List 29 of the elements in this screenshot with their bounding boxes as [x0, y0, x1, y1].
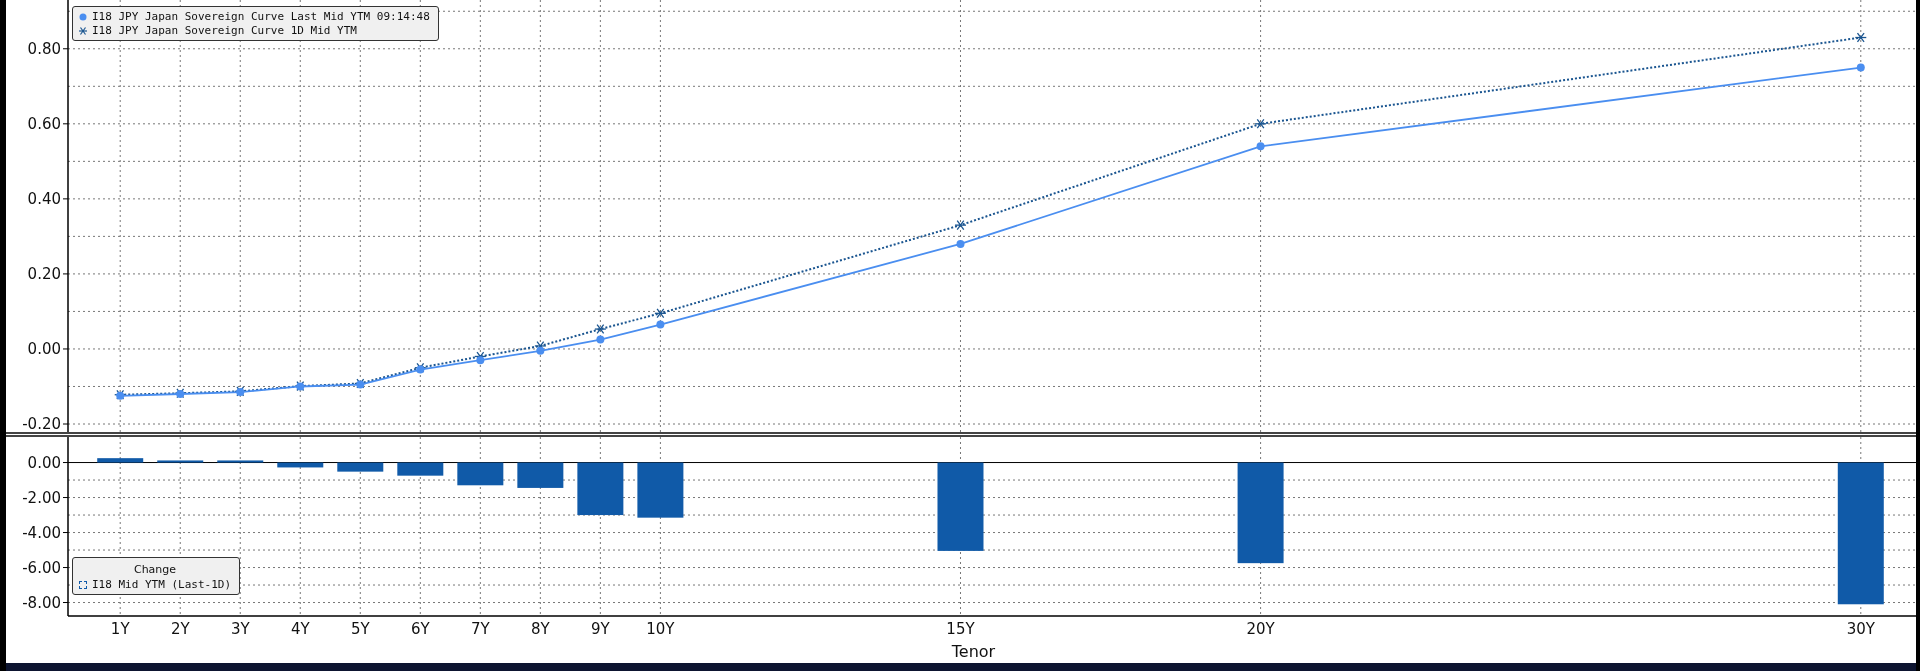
x-axis-label: 2Y	[170, 620, 190, 638]
y-axis-label: 0.40	[27, 189, 61, 208]
y-axis-label: 0.00	[27, 453, 61, 472]
y-axis-label: -0.20	[22, 415, 61, 432]
y-axis-label: 0.20	[27, 264, 61, 283]
x-axis-title: Tenor	[951, 642, 996, 661]
x-axis-label: 9Y	[591, 620, 610, 638]
legend-title: Change	[132, 562, 178, 577]
legend-label: I18 JPY Japan Sovereign Curve Last Mid YTM 09:14:48	[92, 10, 430, 23]
y-axis-label: 0.60	[27, 114, 61, 133]
y-axis-label: 0.00	[27, 339, 61, 358]
x-axis-label: 8Y	[531, 620, 550, 638]
legend-label: I18 JPY Japan Sovereign Curve 1D Mid YTM	[92, 24, 357, 37]
y-axis-label: 0.80	[27, 39, 61, 58]
x-axis-label: 10Y	[646, 620, 675, 638]
y-axis-label: -6.00	[22, 558, 61, 577]
x-axis-label: 5Y	[350, 620, 370, 638]
x-axis-label: 15Y	[946, 620, 975, 638]
x-axis-label: 7Y	[470, 620, 490, 638]
x-axis-label: 6Y	[410, 620, 430, 638]
legend-label: I18 Mid YTM (Last-1D)	[92, 578, 232, 591]
x-axis-label: 1Y	[110, 620, 130, 638]
y-axis-label: -2.00	[22, 488, 61, 507]
x-axis-label: 30Y	[1846, 620, 1875, 638]
y-axis-label: -4.00	[22, 523, 61, 542]
x-axis-label: 4Y	[290, 620, 310, 638]
x-axis-label: 20Y	[1246, 620, 1275, 638]
y-axis-label: -8.00	[22, 593, 61, 612]
x-axis-label: 3Y	[230, 620, 250, 638]
